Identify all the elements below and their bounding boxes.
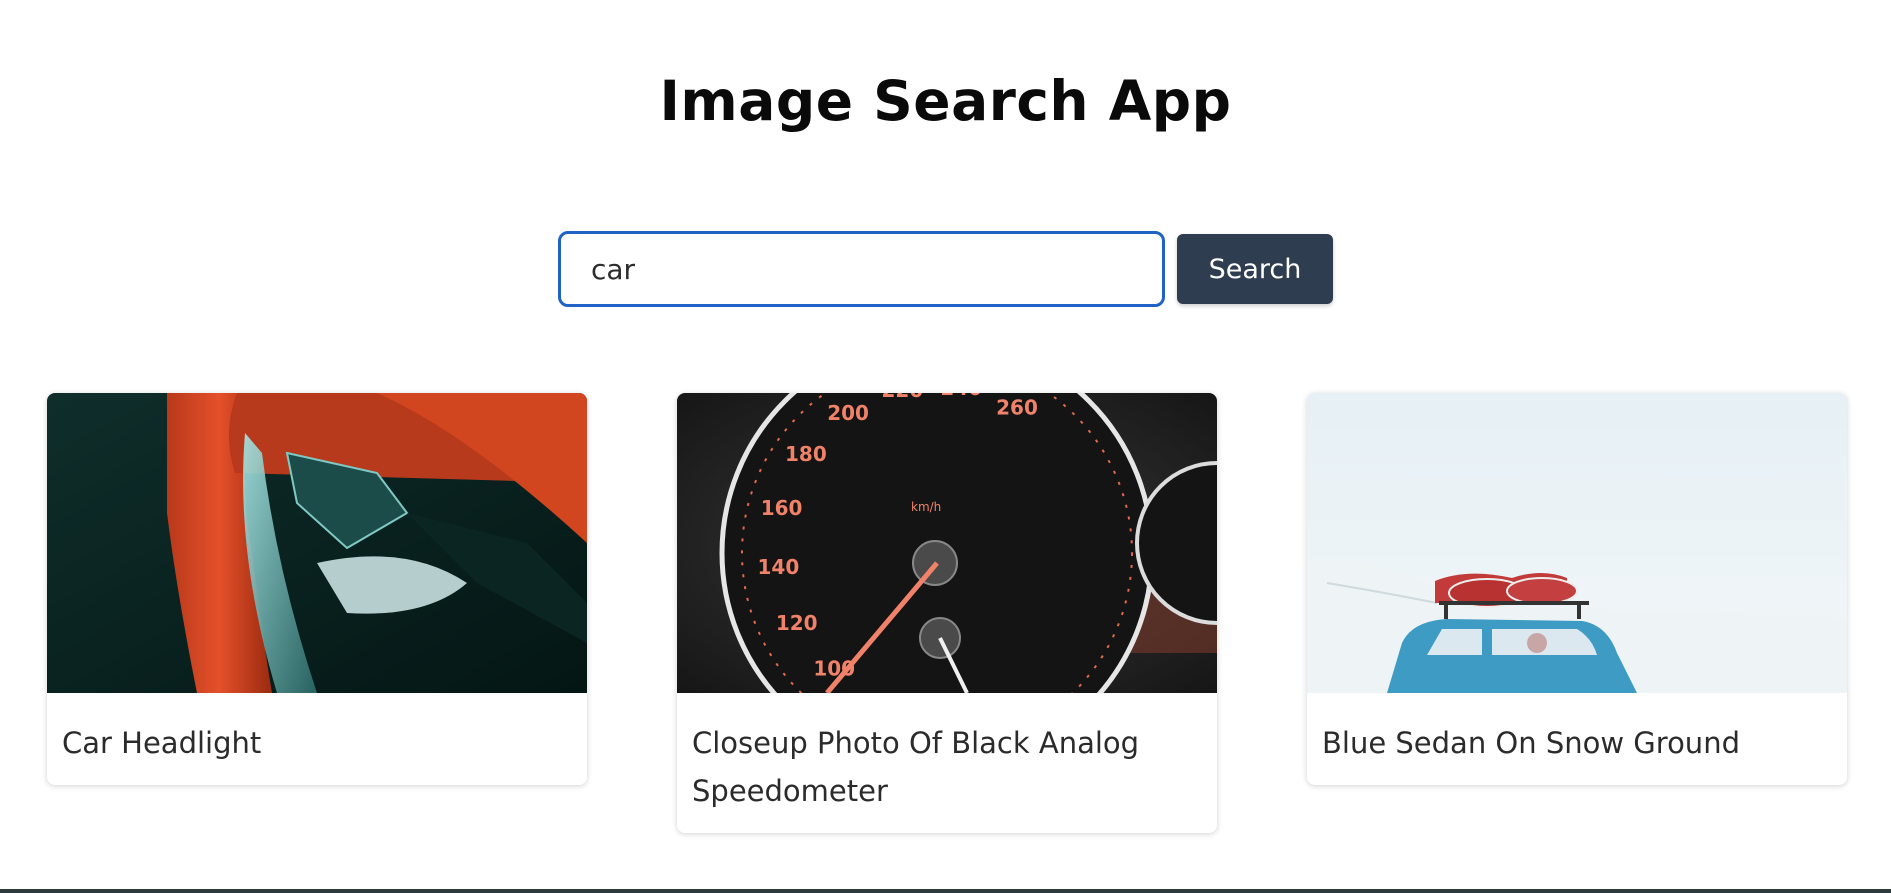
result-image-speedometer[interactable]: 100120140160180200220240260 km/h (677, 393, 1217, 693)
result-image-blue-car-snow[interactable] (1307, 393, 1847, 693)
result-image-car-headlight[interactable] (47, 393, 587, 693)
result-caption: Blue Sedan On Snow Ground (1322, 726, 1740, 760)
result-card[interactable]: Car Headlight (47, 393, 587, 785)
search-form: Search (558, 231, 1333, 307)
speed-scale-label: 260 (996, 395, 1038, 419)
speed-scale-label: 120 (776, 611, 818, 635)
speed-scale-label: 200 (827, 401, 869, 425)
speed-scale-label: 180 (785, 442, 827, 466)
speed-scale-label: 160 (761, 496, 803, 520)
page-title: Image Search App (659, 69, 1232, 133)
speed-scale-label: 140 (758, 555, 800, 579)
search-button[interactable]: Search (1177, 234, 1333, 304)
result-card[interactable]: 100120140160180200220240260 km/h Closeup… (677, 393, 1217, 833)
result-caption: Closeup Photo Of Black Analog Speedomete… (692, 726, 1140, 808)
result-caption: Car Headlight (62, 726, 262, 760)
search-input[interactable] (558, 231, 1165, 307)
speed-unit-label: km/h (911, 500, 941, 514)
speed-scale-label: 240 (940, 393, 982, 400)
bottom-strip (0, 889, 1891, 893)
result-card[interactable]: Blue Sedan On Snow Ground (1307, 393, 1847, 785)
speed-scale-label: 220 (882, 393, 924, 402)
